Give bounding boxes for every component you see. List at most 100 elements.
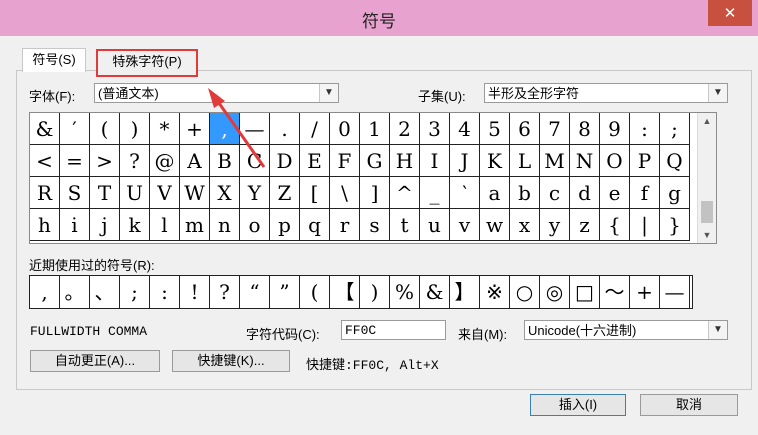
symbol-cell[interactable]: b xyxy=(510,177,540,209)
recent-symbol-cell[interactable]: ( xyxy=(300,276,330,308)
recent-symbol-cell[interactable]: ○ xyxy=(510,276,540,308)
recent-symbol-cell[interactable]: “ xyxy=(240,276,270,308)
symbol-cell[interactable]: o xyxy=(240,209,270,241)
recent-symbol-cell[interactable]: ; xyxy=(120,276,150,308)
symbol-cell[interactable]: + xyxy=(180,113,210,145)
symbol-cell[interactable]: x xyxy=(510,209,540,241)
symbol-cell[interactable]: D xyxy=(270,145,300,177)
symbol-cell[interactable]: 7 xyxy=(540,113,570,145)
symbol-cell[interactable]: X xyxy=(210,177,240,209)
symbol-cell[interactable]: C xyxy=(240,145,270,177)
symbol-cell[interactable]: & xyxy=(30,113,60,145)
shortcut-key-button[interactable]: 快捷键(K)... xyxy=(172,350,290,372)
symbol-cell[interactable]: s xyxy=(360,209,390,241)
recent-symbol-cell[interactable]: — xyxy=(660,276,690,308)
symbol-cell[interactable]: @ xyxy=(150,145,180,177)
recent-symbol-cell[interactable]: 、 xyxy=(90,276,120,308)
recent-symbol-cell[interactable]: + xyxy=(630,276,660,308)
symbol-cell[interactable]: { xyxy=(600,209,630,241)
symbol-cell[interactable]: F xyxy=(330,145,360,177)
insert-button[interactable]: 插入(I) xyxy=(530,394,626,416)
symbol-cell[interactable]: n xyxy=(210,209,240,241)
recent-symbol-cell[interactable]: 】 xyxy=(450,276,480,308)
symbol-cell[interactable]: > xyxy=(90,145,120,177)
symbol-cell[interactable]: = xyxy=(60,145,90,177)
symbol-cell[interactable]: | xyxy=(630,209,660,241)
symbol-cell[interactable]: } xyxy=(660,209,690,241)
symbol-cell[interactable]: 4 xyxy=(450,113,480,145)
symbol-cell[interactable]: K xyxy=(480,145,510,177)
font-select[interactable]: (普通文本) ▼ xyxy=(94,83,339,103)
symbol-cell[interactable]: ? xyxy=(120,145,150,177)
symbol-cell[interactable]: 8 xyxy=(570,113,600,145)
recent-symbol-cell[interactable]: ! xyxy=(180,276,210,308)
symbol-cell[interactable]: Z xyxy=(270,177,300,209)
symbol-cell[interactable]: , xyxy=(210,113,240,145)
recent-symbol-cell[interactable]: ～ xyxy=(600,276,630,308)
symbol-cell[interactable]: _ xyxy=(420,177,450,209)
symbol-cell[interactable]: W xyxy=(180,177,210,209)
symbol-cell[interactable]: j xyxy=(90,209,120,241)
recent-symbol-cell[interactable]: , xyxy=(30,276,60,308)
chevron-down-icon[interactable]: ▼ xyxy=(319,84,338,102)
symbol-cell[interactable]: / xyxy=(300,113,330,145)
chevron-down-icon[interactable]: ▼ xyxy=(708,84,727,102)
symbol-cell[interactable]: E xyxy=(300,145,330,177)
symbol-cell[interactable]: f xyxy=(630,177,660,209)
symbol-cell[interactable]: B xyxy=(210,145,240,177)
symbol-cell[interactable]: Q xyxy=(660,145,690,177)
symbol-cell[interactable]: 5 xyxy=(480,113,510,145)
symbol-cell[interactable]: a xyxy=(480,177,510,209)
symbol-cell[interactable]: y xyxy=(540,209,570,241)
char-code-input[interactable]: FF0C xyxy=(341,320,446,340)
symbol-cell[interactable]: v xyxy=(450,209,480,241)
symbol-cell[interactable]: Y xyxy=(240,177,270,209)
symbol-cell[interactable]: p xyxy=(270,209,300,241)
symbol-cell[interactable]: H xyxy=(390,145,420,177)
tab-symbols[interactable]: 符号(S) xyxy=(22,48,86,72)
symbol-cell[interactable]: I xyxy=(420,145,450,177)
symbol-cell[interactable]: [ xyxy=(300,177,330,209)
symbol-cell[interactable]: m xyxy=(180,209,210,241)
recent-symbol-cell[interactable]: ” xyxy=(270,276,300,308)
symbol-cell[interactable]: z xyxy=(570,209,600,241)
symbol-cell[interactable]: 6 xyxy=(510,113,540,145)
symbol-cell[interactable]: h xyxy=(30,209,60,241)
symbol-cell[interactable]: U xyxy=(120,177,150,209)
recent-symbol-cell[interactable]: : xyxy=(150,276,180,308)
symbol-cell[interactable]: A xyxy=(180,145,210,177)
grid-scrollbar[interactable]: ▲ ▼ xyxy=(697,113,716,243)
recent-symbol-cell[interactable]: & xyxy=(420,276,450,308)
symbol-cell[interactable]: L xyxy=(510,145,540,177)
symbol-cell[interactable]: u xyxy=(420,209,450,241)
symbol-cell[interactable]: i xyxy=(60,209,90,241)
recent-symbol-cell[interactable]: ) xyxy=(360,276,390,308)
autocorrect-button[interactable]: 自动更正(A)... xyxy=(30,350,160,372)
symbol-cell[interactable]: 0 xyxy=(330,113,360,145)
symbol-cell[interactable]: ] xyxy=(360,177,390,209)
symbol-cell[interactable]: ; xyxy=(660,113,690,145)
recent-symbol-cell[interactable]: ※ xyxy=(480,276,510,308)
symbol-cell[interactable]: l xyxy=(150,209,180,241)
subset-select[interactable]: 半形及全形字符 ▼ xyxy=(484,83,728,103)
symbol-cell[interactable]: J xyxy=(450,145,480,177)
symbol-cell[interactable]: g xyxy=(660,177,690,209)
symbol-cell[interactable]: . xyxy=(270,113,300,145)
tab-special-characters[interactable]: 特殊字符(P) xyxy=(96,49,198,77)
symbol-cell[interactable]: — xyxy=(240,113,270,145)
chevron-down-icon[interactable]: ▼ xyxy=(708,321,727,339)
symbol-cell[interactable]: * xyxy=(150,113,180,145)
symbol-cell[interactable]: G xyxy=(360,145,390,177)
symbol-cell[interactable]: T xyxy=(90,177,120,209)
recent-symbol-cell[interactable]: 【 xyxy=(330,276,360,308)
recent-symbol-cell[interactable]: ? xyxy=(210,276,240,308)
symbol-cell[interactable]: 9 xyxy=(600,113,630,145)
symbol-cell[interactable]: V xyxy=(150,177,180,209)
recent-symbol-cell[interactable]: □ xyxy=(570,276,600,308)
symbol-cell[interactable]: ) xyxy=(120,113,150,145)
symbol-cell[interactable]: R xyxy=(30,177,60,209)
symbol-cell[interactable]: N xyxy=(570,145,600,177)
symbol-cell[interactable]: ′ xyxy=(60,113,90,145)
scroll-down-icon[interactable]: ▼ xyxy=(698,227,716,243)
recent-symbol-cell[interactable]: 。 xyxy=(60,276,90,308)
